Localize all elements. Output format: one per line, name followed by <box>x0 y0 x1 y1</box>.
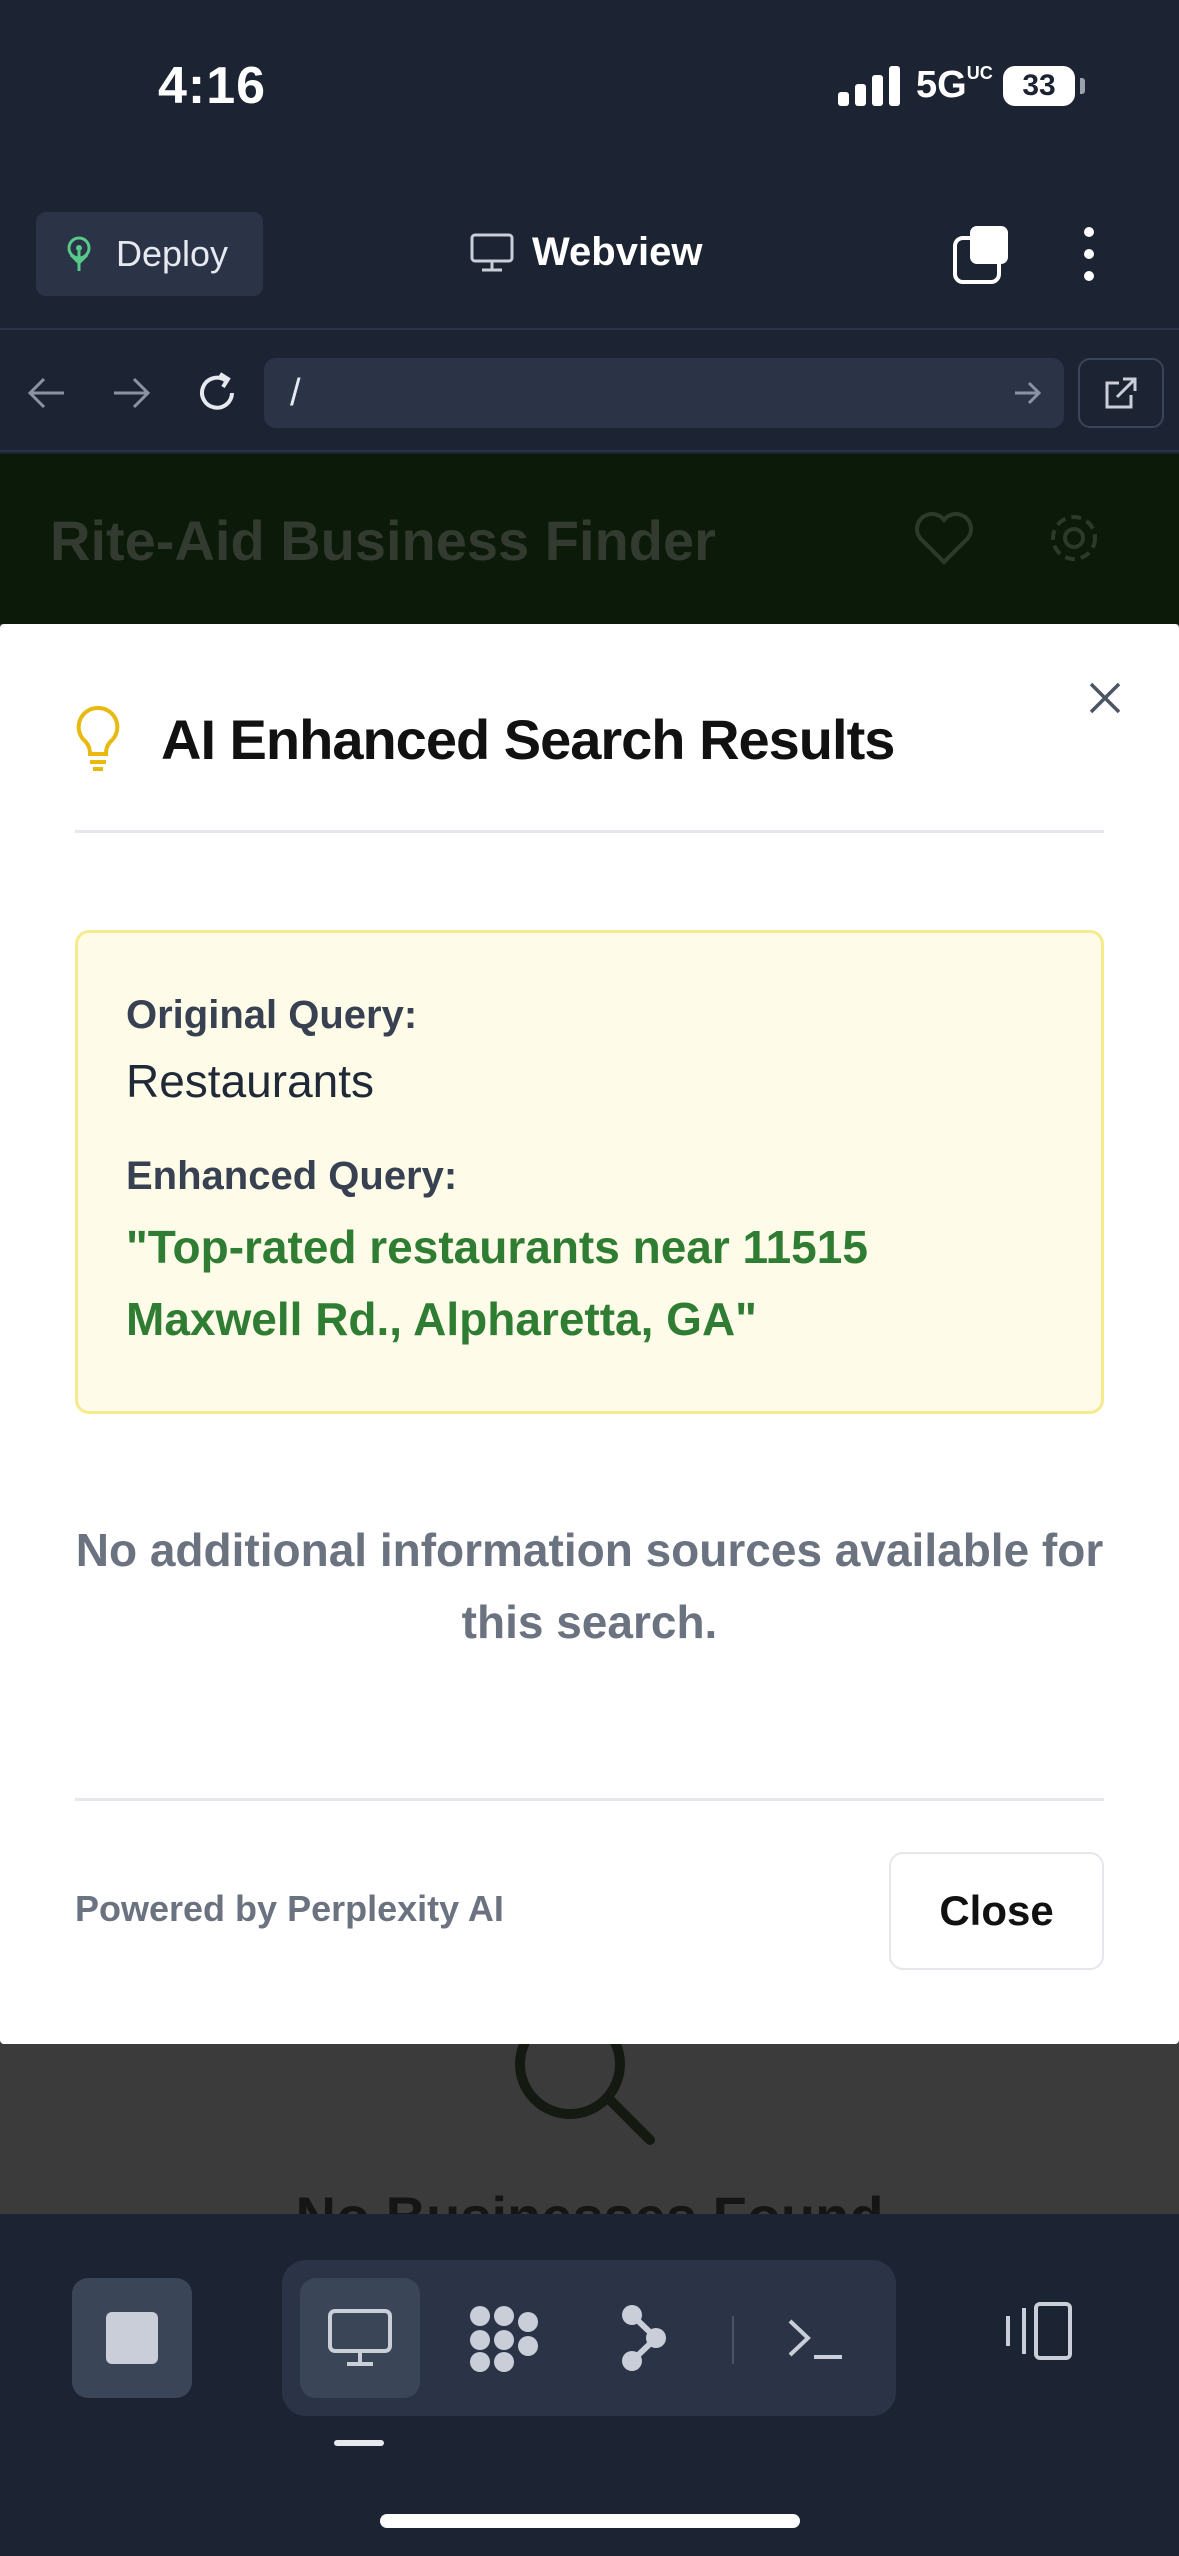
url-toolbar: / <box>0 332 1179 452</box>
page-header: Rite-Aid Business Finder <box>0 454 1179 624</box>
open-external-button[interactable] <box>1078 358 1164 428</box>
external-link-icon <box>1105 377 1137 409</box>
original-query-value: Restaurants <box>126 1055 375 1107</box>
page-title: Rite-Aid Business Finder <box>50 509 716 572</box>
lightbulb-icon <box>76 705 120 771</box>
layout-icon[interactable] <box>1000 2298 1076 2364</box>
powered-by-label: Powered by Perplexity AI <box>75 1888 504 1929</box>
home-indicator[interactable] <box>380 2514 800 2528</box>
deploy-label: Deploy <box>116 233 229 274</box>
kebab-icon[interactable] <box>1072 224 1106 284</box>
url-value: / <box>290 372 301 414</box>
status-time: 4:16 <box>158 57 267 115</box>
network-suffix: UC <box>966 63 993 83</box>
bottom-toolbar <box>0 2214 1179 2556</box>
empty-state-text: No Businesses Found <box>0 2184 1179 2214</box>
battery-icon: 33 <box>1003 66 1075 106</box>
back-arrow-icon[interactable] <box>24 370 70 416</box>
webview-tool-button[interactable] <box>300 2278 420 2398</box>
search-icon <box>515 2024 655 2145</box>
webview-label: Webview <box>532 230 703 274</box>
stop-button[interactable] <box>72 2278 192 2398</box>
network-indicator: 5GUC <box>916 63 993 107</box>
git-tool-button[interactable] <box>584 2278 704 2398</box>
header-divider <box>75 830 1104 833</box>
shell-tool-button[interactable] <box>756 2278 876 2398</box>
grid-icon <box>470 2306 538 2372</box>
no-sources-message: No additional information sources availa… <box>75 1524 1104 1648</box>
reload-icon[interactable] <box>192 368 242 418</box>
stop-icon <box>106 2312 158 2364</box>
modal-header: AI Enhanced Search Results <box>75 704 895 774</box>
go-arrow-icon[interactable] <box>1012 378 1042 408</box>
close-icon[interactable] <box>1085 678 1125 718</box>
tool-switcher <box>282 2260 896 2416</box>
monitor-icon <box>470 233 514 271</box>
url-input[interactable]: / <box>264 358 1064 428</box>
query-box: Original Query: Restaurants Enhanced Que… <box>75 930 1104 1414</box>
heart-icon[interactable] <box>914 510 974 566</box>
deploy-button[interactable]: Deploy <box>36 212 263 296</box>
tool-divider <box>732 2316 734 2364</box>
webview-title[interactable]: Webview <box>470 230 702 275</box>
modal-title: AI Enhanced Search Results <box>161 707 895 771</box>
ai-results-modal: AI Enhanced Search Results Original Quer… <box>0 624 1179 2044</box>
network-type: 5G <box>916 64 967 106</box>
top-app-bar: Deploy Webview <box>0 180 1179 330</box>
enhanced-query-value: "Top-rated restaurants near 11515 Maxwel… <box>126 1221 868 1345</box>
original-query-label: Original Query: <box>126 993 418 1037</box>
desktop-icon <box>328 2309 392 2366</box>
deploy-icon <box>67 236 91 271</box>
gear-icon[interactable] <box>1044 508 1104 568</box>
signal-icon <box>838 66 900 106</box>
active-tab-indicator <box>334 2440 384 2446</box>
forward-arrow-icon[interactable] <box>108 370 154 416</box>
close-button[interactable]: Close <box>889 1852 1104 1970</box>
terminal-icon <box>788 2319 842 2359</box>
enhanced-query-label: Enhanced Query: <box>126 1154 458 1198</box>
footer-divider <box>75 1798 1104 1801</box>
branch-icon <box>622 2305 666 2371</box>
battery-tip <box>1080 78 1085 94</box>
status-bar: 4:16 5GUC 33 <box>0 0 1179 180</box>
packages-tool-button[interactable] <box>444 2278 564 2398</box>
tabs-icon[interactable] <box>952 224 1012 284</box>
